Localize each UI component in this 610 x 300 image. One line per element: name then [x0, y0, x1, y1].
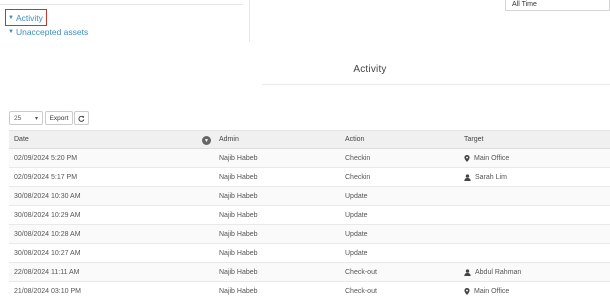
refresh-button[interactable]	[74, 111, 89, 125]
action-cell: Check-out	[345, 288, 377, 295]
date-cell: 30/08/2024 10:28 AM	[14, 231, 81, 238]
table-row: 21/08/2024 03:10 PM Najib Habeb Check-out M…	[9, 282, 610, 300]
date-cell-text: 02/09/2024 5:20 PM	[14, 155, 78, 162]
table-row: 30/08/2024 10:27 AM Najib Habeb Update	[9, 244, 610, 263]
export-button[interactable]: Export	[45, 111, 73, 125]
date-cell: 02/09/2024 5:17 PM	[14, 174, 77, 181]
target-cell-text: Main Office	[474, 155, 510, 162]
date-cell-text: 21/08/2024 03:10 PM	[14, 288, 81, 295]
admin-cell: Najib Habeb	[219, 174, 258, 181]
action-cell: Update	[345, 193, 368, 200]
action-cell: Update	[345, 250, 368, 257]
refresh-icon	[78, 115, 85, 122]
date-cell: 02/09/2024 5:20 PM	[14, 155, 77, 162]
action-cell-text: Update	[345, 193, 368, 200]
admin-cell-text: Najib Habeb	[219, 155, 258, 162]
admin-cell-text: Najib Habeb	[219, 193, 258, 200]
table-row: 30/08/2024 10:30 AM Najib Habeb Update	[9, 187, 610, 206]
date-cell: 22/08/2024 11:11 AM	[14, 269, 80, 276]
table-toolbar: 25 ▾ Export	[9, 111, 89, 125]
activity-toggle-link[interactable]: ▼ Activity	[5, 9, 47, 26]
date-cell-text: 30/08/2024 10:28 AM	[14, 231, 81, 238]
admin-cell: Najib Habeb	[219, 155, 258, 162]
chevron-down-icon: ▾	[34, 115, 38, 122]
column-header-admin[interactable]: Admin	[219, 136, 239, 143]
table-row: 30/08/2024 10:28 AM Najib Habeb Update	[9, 225, 610, 244]
admin-cell: Najib Habeb	[219, 231, 258, 238]
page-size-select[interactable]: 25 ▾	[9, 111, 43, 125]
page-size-value: 25	[14, 114, 22, 122]
divider	[262, 84, 610, 85]
date-cell-text: 30/08/2024 10:30 AM	[14, 193, 81, 200]
action-cell-text: Update	[345, 212, 368, 219]
action-cell: Update	[345, 212, 368, 219]
column-header-target[interactable]: Target	[464, 136, 483, 143]
action-cell-text: Checkin	[345, 174, 371, 181]
date-cell-text: 02/09/2024 5:17 PM	[14, 174, 78, 181]
date-cell: 30/08/2024 10:30 AM	[14, 193, 81, 200]
date-cell: 21/08/2024 03:10 PM	[14, 288, 81, 295]
sort-icon[interactable]: ▼	[202, 136, 211, 145]
date-range-select[interactable]: All Time	[505, 0, 610, 11]
date-cell-text: 30/08/2024 10:27 AM	[14, 250, 81, 257]
target-cell[interactable]: Main Office	[464, 288, 509, 295]
activity-label: Activity	[15, 12, 43, 23]
unaccepted-assets-toggle-link[interactable]: ▼ Unaccepted assets	[8, 27, 88, 37]
unaccepted-assets-label: Unaccepted assets	[15, 27, 89, 37]
action-cell: Checkin	[345, 155, 370, 162]
table-row: 02/09/2024 5:20 PM Najib Habeb Checkin Main…	[9, 149, 610, 168]
target-cell-text: Sarah Lim	[475, 174, 507, 181]
date-cell: 30/08/2024 10:27 AM	[14, 250, 81, 257]
action-cell-text: Check-out	[345, 288, 377, 295]
action-cell: Update	[345, 231, 368, 238]
action-cell-text: Check-out	[345, 269, 377, 276]
table-body: 02/09/2024 5:20 PM Najib Habeb Checkin Main…	[9, 149, 610, 300]
action-cell: Checkin	[345, 174, 370, 181]
action-cell-text: Update	[345, 250, 368, 257]
user-icon	[464, 269, 473, 276]
action-cell: Check-out	[345, 269, 377, 276]
action-cell-text: Checkin	[345, 155, 371, 162]
table-row: 22/08/2024 11:11 AM Najib Habeb Check-out A…	[9, 263, 610, 282]
admin-cell-text: Najib Habeb	[219, 174, 258, 181]
admin-cell-text: Najib Habeb	[219, 212, 258, 219]
target-cell[interactable]: Main Office	[464, 155, 509, 162]
target-cell-text: Main Office	[474, 288, 510, 295]
admin-cell: Najib Habeb	[219, 269, 258, 276]
admin-cell: Najib Habeb	[219, 193, 258, 200]
target-cell[interactable]: Abdul Rahman	[464, 269, 521, 276]
user-icon	[464, 174, 473, 181]
action-cell-text: Update	[345, 231, 368, 238]
admin-cell-text: Najib Habeb	[219, 231, 258, 238]
target-cell-text: Abdul Rahman	[475, 269, 522, 276]
table-row: 30/08/2024 10:29 AM Najib Habeb Update	[9, 206, 610, 225]
caret-down-icon: ▼	[8, 14, 14, 21]
admin-cell-text: Najib Habeb	[219, 288, 258, 295]
date-cell-text: 30/08/2024 10:29 AM	[14, 212, 81, 219]
admin-cell: Najib Habeb	[219, 288, 258, 295]
admin-cell-text: Najib Habeb	[219, 250, 258, 257]
section-title: Activity	[353, 64, 387, 75]
date-cell-text: 22/08/2024 11:11 AM	[14, 269, 80, 276]
vertical-divider	[249, 0, 250, 42]
date-cell: 30/08/2024 10:29 AM	[14, 212, 81, 219]
table-row: 02/09/2024 5:17 PM Najib Habeb Checkin Sara…	[9, 168, 610, 187]
table-header: Date ▼ Admin Action Target	[9, 130, 610, 149]
activity-table: Date ▼ Admin Action Target 02/09/2024 5:…	[9, 130, 610, 300]
location-icon	[464, 288, 472, 295]
admin-cell-text: Najib Habeb	[219, 269, 258, 276]
caret-down-icon: ▼	[8, 29, 14, 35]
divider	[0, 4, 243, 5]
target-cell[interactable]: Sarah Lim	[464, 174, 507, 181]
column-header-action[interactable]: Action	[345, 136, 364, 143]
admin-cell: Najib Habeb	[219, 250, 258, 257]
column-header-date[interactable]: Date	[14, 136, 29, 143]
location-icon	[464, 155, 472, 162]
admin-cell: Najib Habeb	[219, 212, 258, 219]
